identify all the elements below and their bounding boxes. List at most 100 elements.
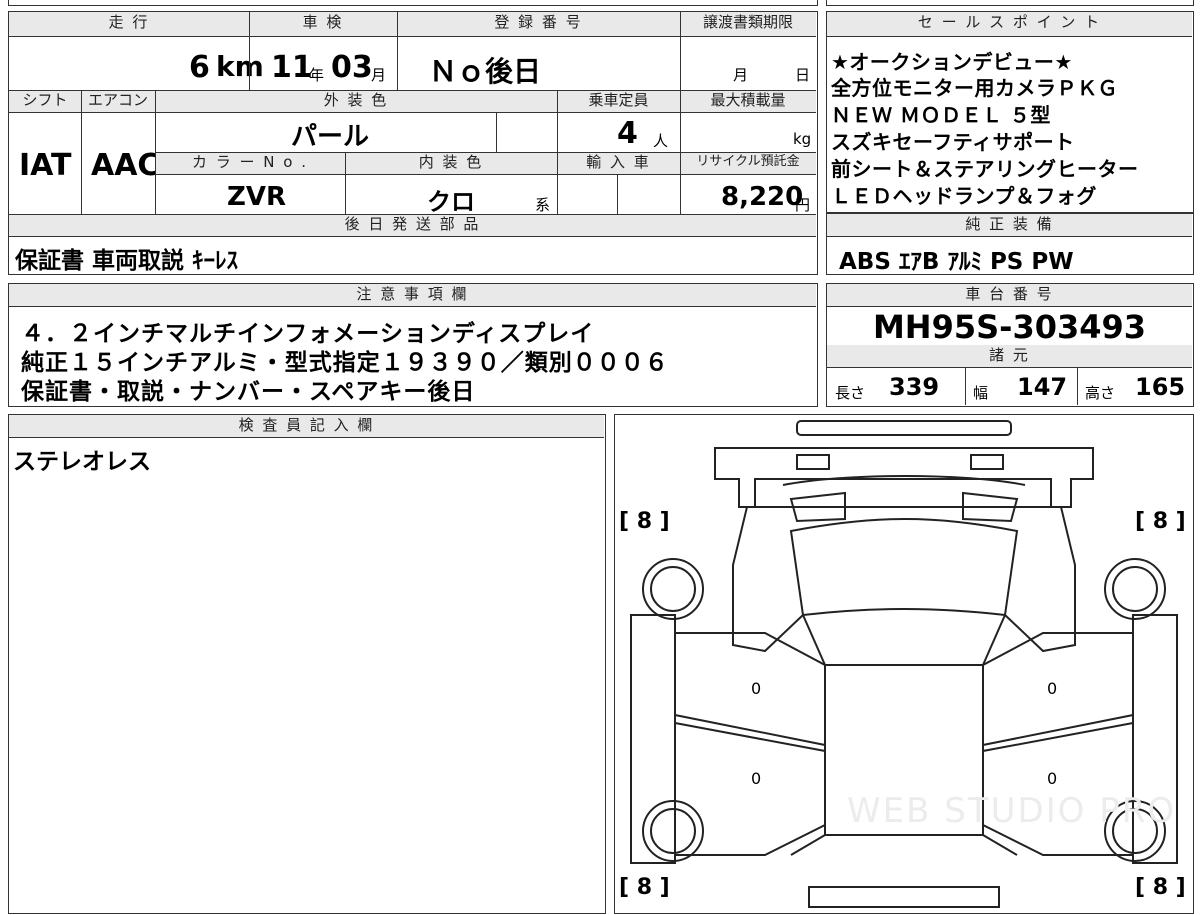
- rule: [827, 306, 1192, 307]
- main-info-box: 走 行 車 検 登 録 番 号 譲渡書類期限 6 km 11 年 03 月 Ｎｏ…: [8, 11, 818, 275]
- damage-mark-right-rear: 0: [1047, 769, 1058, 788]
- car-diagram: [630, 420, 1178, 908]
- length-value: 339: [889, 373, 940, 401]
- sales-point-line: 前シート＆ステアリングヒーター: [831, 157, 1139, 181]
- wheel-front-left-inner: [650, 566, 696, 612]
- registration-header: 登 録 番 号: [397, 12, 680, 36]
- rule: [1077, 367, 1078, 405]
- sales-points-header: セ ー ル ス ポ イ ン ト: [827, 12, 1192, 36]
- later-parts-header: 後 日 発 送 部 品: [9, 214, 816, 236]
- rule: [9, 236, 816, 237]
- damage-mark-left-front: 0: [751, 679, 762, 698]
- later-parts-value: 保証書 車両取説 ｷｰﾚｽ: [15, 248, 239, 274]
- rule: [9, 112, 816, 113]
- import-header: 輸 入 車: [557, 152, 680, 174]
- door-left-rear: [674, 721, 826, 856]
- rule: [9, 306, 816, 307]
- a-pillars: [802, 614, 1006, 666]
- width-label: 幅: [973, 384, 989, 402]
- notes-header: 注 意 事 項 欄: [9, 284, 816, 306]
- equipment-header: 純 正 装 備: [827, 214, 1192, 236]
- left-side-panel: [630, 614, 676, 864]
- front-lamp-left: [796, 454, 830, 470]
- note-line: 保証書・取説・ナンバー・スペアキー後日: [21, 379, 476, 405]
- capacity-unit: 人: [653, 132, 669, 150]
- body-right-front: [1004, 506, 1076, 653]
- height-value: 165: [1135, 373, 1186, 401]
- capacity-header: 乗車定員: [557, 90, 680, 112]
- equipment-value: ABS ｴｱB ｱﾙﾐ PS PW: [839, 249, 1074, 275]
- color-no-value: ZVR: [227, 182, 286, 212]
- rule: [9, 36, 816, 37]
- sales-point-line: ＮＥＷ ＭＯＤＥＬ ５型: [831, 103, 1051, 127]
- rule: [617, 174, 618, 214]
- rear-window: [790, 834, 1018, 856]
- recycle-value: 8,220: [721, 182, 804, 212]
- transfer-month: 月: [733, 66, 749, 84]
- rule: [9, 90, 816, 91]
- exterior-color-header: 外 装 色: [155, 90, 557, 112]
- rule: [155, 174, 816, 175]
- inspection-header: 車 検: [249, 12, 397, 36]
- height-label: 高さ: [1085, 384, 1116, 402]
- interior-color-value: クロ: [427, 188, 475, 216]
- rule: [965, 367, 966, 405]
- transfer-day: 日: [795, 66, 811, 84]
- car-diagram-box: [ 8 ] [ 8 ] [ 8 ] [ 8 ] 0 0 0 0 WEB STUD…: [614, 414, 1194, 914]
- rule: [680, 12, 681, 214]
- max-load-unit: kg: [793, 130, 812, 148]
- inspection-month-unit: 月: [371, 66, 387, 84]
- chassis-box: 車 台 番 号 MH95S-303493 諸 元 長さ 339 幅 147 高さ…: [826, 283, 1194, 407]
- tire-tread-rear-left: [ 8 ]: [619, 875, 670, 900]
- shift-value: IAT: [19, 148, 72, 183]
- sales-point-line: ＬＥＤヘッドランプ＆フォグ: [831, 184, 1097, 208]
- rule: [397, 12, 398, 90]
- top-stub-right: [826, 0, 1194, 6]
- interior-color-header: 内 装 色: [345, 152, 557, 174]
- specs-header: 諸 元: [827, 345, 1192, 367]
- chassis-number: MH95S-303493: [872, 308, 1147, 346]
- tire-tread-rear-right: [ 8 ]: [1135, 875, 1186, 900]
- rule: [155, 90, 156, 214]
- inspection-month: 03: [331, 50, 373, 85]
- damage-mark-left-rear: 0: [751, 769, 762, 788]
- damage-mark-right-front: 0: [1047, 679, 1058, 698]
- rule: [9, 437, 604, 438]
- inspection-year: 11: [271, 50, 313, 85]
- inspector-header: 検 査 員 記 入 欄: [9, 415, 604, 437]
- top-stub-row: [8, 0, 818, 6]
- inspector-text: ステレオレス: [13, 449, 151, 475]
- equipment-box: 純 正 装 備 ABS ｴｱB ｱﾙﾐ PS PW: [826, 213, 1194, 275]
- sales-points-box: セ ー ル ス ポ イ ン ト ★オークションデビュー★ 全方位モニター用カメラ…: [826, 11, 1194, 213]
- aircon-value: AAC: [91, 148, 160, 183]
- interior-color-suffix: 系: [535, 196, 551, 214]
- max-load-header: 最大積載量: [680, 90, 816, 112]
- door-right-rear: [982, 721, 1134, 856]
- wheel-front-right-inner: [1112, 566, 1158, 612]
- inspector-box: 検 査 員 記 入 欄 ステレオレス: [8, 414, 606, 914]
- rule: [345, 152, 346, 214]
- rule: [496, 112, 497, 152]
- windshield: [789, 518, 1019, 617]
- shift-header: シフト: [9, 90, 81, 112]
- capacity-value: 4: [617, 116, 638, 151]
- tire-tread-front-left: [ 8 ]: [619, 509, 670, 534]
- rule: [557, 90, 558, 214]
- rule: [827, 236, 1192, 237]
- length-label: 長さ: [835, 384, 866, 402]
- exterior-color-value: パール: [291, 122, 370, 152]
- mileage-unit: km: [216, 50, 264, 83]
- tire-tread-front-right: [ 8 ]: [1135, 509, 1186, 534]
- rule: [81, 90, 82, 214]
- notes-box: 注 意 事 項 欄 ４．２インチマルチインフォメーションディスプレイ 純正１５イ…: [8, 283, 818, 407]
- recycle-header: リサイクル預託金: [680, 152, 816, 174]
- sales-point-line: スズキセーフティサポート: [831, 130, 1075, 154]
- wheel-rear-left-inner: [650, 808, 696, 854]
- recycle-unit: 円: [795, 196, 811, 214]
- rule: [827, 36, 1192, 37]
- chassis-header: 車 台 番 号: [827, 284, 1192, 306]
- rule: [9, 214, 816, 215]
- rule: [827, 367, 1192, 368]
- rule: [155, 152, 816, 153]
- width-value: 147: [1017, 373, 1068, 401]
